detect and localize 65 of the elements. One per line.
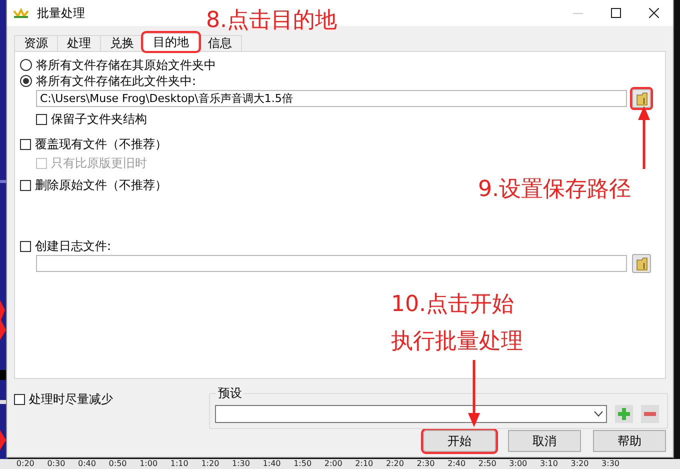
chevron-down-icon (594, 411, 603, 417)
timeline-label: 2:50 (477, 459, 498, 469)
timeline-label: 1:30 (230, 459, 251, 469)
radio-button[interactable] (20, 59, 32, 71)
timeline-label: 2:30 (416, 459, 436, 469)
annotation-text: 10.点击开始 (391, 291, 514, 319)
timeline-label: 0:30 (46, 459, 66, 469)
tab[interactable]: 目的地 (143, 33, 199, 51)
timeline-label: 1:50 (292, 459, 313, 469)
checkbox[interactable] (36, 114, 47, 124)
timeline-label: 1:10 (169, 459, 190, 469)
browse-folder-button[interactable] (632, 89, 651, 108)
arrow (638, 106, 650, 170)
timeline-label: 0:50 (108, 459, 128, 469)
timeline-label: 0:40 (77, 459, 97, 469)
remove-button[interactable] (641, 405, 659, 423)
checkbox[interactable] (14, 394, 25, 404)
timeline-label: 3:10 (538, 459, 559, 469)
path-field[interactable]: C:\Users\Muse Frog\Desktop\音乐声音调大1.5倍 (36, 90, 627, 107)
dialog-button[interactable]: 取消 (508, 430, 581, 452)
radio-label: 将所有文件存储在此文件夹中: (36, 72, 196, 90)
timeline-label: 1:00 (138, 459, 159, 469)
timeline-label: 3:00 (508, 459, 528, 469)
checkbox-label: 处理时尽量减少 (29, 390, 113, 408)
tab[interactable]: 资源 (14, 35, 58, 51)
radio-label: 将所有文件存储在其原始文件夹中 (36, 56, 216, 74)
app-logo-icon (13, 7, 29, 19)
preset-dropdown[interactable] (215, 405, 607, 423)
checkbox-label: 保留子文件夹结构 (51, 110, 147, 128)
annotation-text: 9.设置保存路径 (478, 176, 631, 204)
plus-icon (618, 408, 630, 420)
checkbox-label: 创建日志文件: (35, 238, 112, 254)
checkbox[interactable] (20, 138, 31, 150)
checkbox-label: 覆盖现有文件（不推荐） (35, 136, 167, 152)
timeline-label: 1:20 (200, 459, 220, 469)
arrow (468, 360, 480, 428)
timeline-label: 0:20 (15, 459, 36, 469)
annotation-text: 执行批量处理 (391, 328, 523, 356)
dialog-button[interactable]: 开始 (423, 430, 496, 452)
timeline-label: 2:40 (446, 459, 467, 469)
window-title: 批量处理 (37, 4, 85, 22)
timeline-label: 3:20 (570, 459, 590, 469)
minus-icon (644, 412, 656, 416)
folder-icon (636, 256, 648, 270)
group-label: 预设 (216, 385, 244, 402)
browse-folder-button[interactable] (632, 254, 651, 273)
path-field[interactable] (36, 255, 627, 272)
tab[interactable]: 处理 (57, 35, 101, 51)
folder-icon (636, 92, 648, 106)
checkbox-label: 删除原始文件（不推荐） (35, 176, 167, 194)
tab[interactable]: 信息 (198, 35, 242, 51)
timeline-label: 3:30 (600, 459, 621, 469)
tab[interactable]: 兑换 (100, 35, 144, 51)
checkbox-label: 只有比原版更旧时 (51, 154, 147, 172)
timeline-label: 2:10 (354, 459, 374, 469)
timeline-label: 1:40 (262, 459, 282, 469)
checkbox[interactable] (20, 240, 31, 252)
radio-button[interactable] (20, 75, 32, 87)
annotation-text: 8.点击目的地 (206, 7, 337, 35)
timeline-label: 2:00 (323, 459, 344, 469)
dialog-button[interactable]: 帮助 (593, 430, 666, 452)
maximize-icon (611, 8, 621, 18)
close-icon (649, 8, 659, 18)
checkbox[interactable] (20, 180, 31, 190)
timeline-label: 2:20 (384, 459, 405, 469)
